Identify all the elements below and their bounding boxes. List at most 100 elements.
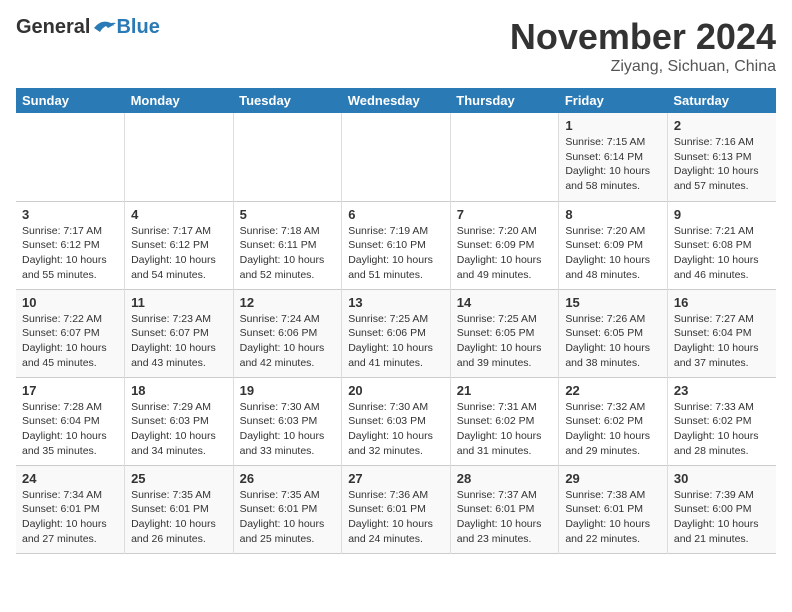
calendar-cell: 27 Sunrise: 7:36 AM Sunset: 6:01 PM Dayli… xyxy=(342,465,451,553)
day-number: 5 xyxy=(240,207,336,222)
calendar-cell: 8Sunrise: 7:20 AM Sunset: 6:09 PM Daylig… xyxy=(559,201,668,289)
month-title-block: November 2024 Ziyang, Sichuan, China xyxy=(510,16,776,76)
day-info: Sunrise: 7:20 AM Sunset: 6:09 PM Dayligh… xyxy=(565,224,661,283)
logo-bird-icon xyxy=(92,18,116,38)
day-number: 19 xyxy=(240,383,336,398)
day-info: Sunrise: 7:27 AM Sunset: 6:04 PM Dayligh… xyxy=(674,312,770,371)
calendar-cell: 10 Sunrise: 7:22 AM Sunset: 6:07 PM Dayli… xyxy=(16,289,125,377)
day-number: 16 xyxy=(674,295,770,310)
logo-blue-text: Blue xyxy=(116,16,159,39)
calendar-week-row: 24 Sunrise: 7:34 AM Sunset: 6:01 PM Dayli… xyxy=(16,465,776,553)
day-number: 24 xyxy=(22,471,118,486)
day-info: Sunrise: 7:31 AM Sunset: 6:02 PM Dayligh… xyxy=(457,400,553,459)
weekday-header-tuesday: Tuesday xyxy=(233,88,342,113)
calendar-cell: 4Sunrise: 7:17 AM Sunset: 6:12 PM Daylig… xyxy=(125,201,234,289)
day-number: 18 xyxy=(131,383,227,398)
weekday-header-sunday: Sunday xyxy=(16,88,125,113)
calendar-week-row: 10 Sunrise: 7:22 AM Sunset: 6:07 PM Dayli… xyxy=(16,289,776,377)
day-number: 13 xyxy=(348,295,444,310)
calendar-header: SundayMondayTuesdayWednesdayThursdayFrid… xyxy=(16,88,776,113)
day-number: 26 xyxy=(240,471,336,486)
calendar-cell: 5 Sunrise: 7:18 AM Sunset: 6:11 PM Daylig… xyxy=(233,201,342,289)
day-number: 3 xyxy=(22,207,118,222)
calendar-cell xyxy=(450,113,559,201)
calendar-cell: 30 Sunrise: 7:39 AM Sunset: 6:00 PM Dayli… xyxy=(667,465,776,553)
day-number: 9 xyxy=(674,207,770,222)
day-number: 11 xyxy=(131,295,227,310)
calendar-cell: 2 Sunrise: 7:16 AM Sunset: 6:13 PM Daylig… xyxy=(667,113,776,201)
calendar-cell: 18 Sunrise: 7:29 AM Sunset: 6:03 PM Dayli… xyxy=(125,377,234,465)
calendar-cell: 14 Sunrise: 7:25 AM Sunset: 6:05 PM Dayli… xyxy=(450,289,559,377)
day-info: Sunrise: 7:25 AM Sunset: 6:05 PM Dayligh… xyxy=(457,312,553,371)
day-info: Sunrise: 7:34 AM Sunset: 6:01 PM Dayligh… xyxy=(22,488,118,547)
day-info: Sunrise: 7:18 AM Sunset: 6:11 PM Dayligh… xyxy=(240,224,336,283)
calendar-week-row: 1Sunrise: 7:15 AM Sunset: 6:14 PM Daylig… xyxy=(16,113,776,201)
day-info: Sunrise: 7:22 AM Sunset: 6:07 PM Dayligh… xyxy=(22,312,118,371)
logo: General Blue xyxy=(16,16,160,39)
day-info: Sunrise: 7:23 AM Sunset: 6:07 PM Dayligh… xyxy=(131,312,227,371)
day-info: Sunrise: 7:38 AM Sunset: 6:01 PM Dayligh… xyxy=(565,488,661,547)
day-number: 25 xyxy=(131,471,227,486)
calendar-cell: 15 Sunrise: 7:26 AM Sunset: 6:05 PM Dayli… xyxy=(559,289,668,377)
calendar-cell: 20 Sunrise: 7:30 AM Sunset: 6:03 PM Dayli… xyxy=(342,377,451,465)
day-number: 28 xyxy=(457,471,553,486)
day-info: Sunrise: 7:37 AM Sunset: 6:01 PM Dayligh… xyxy=(457,488,553,547)
page-header: General Blue November 2024 Ziyang, Sichu… xyxy=(16,16,776,76)
day-number: 6 xyxy=(348,207,444,222)
calendar-cell: 29 Sunrise: 7:38 AM Sunset: 6:01 PM Dayli… xyxy=(559,465,668,553)
calendar-cell: 26Sunrise: 7:35 AM Sunset: 6:01 PM Dayli… xyxy=(233,465,342,553)
location: Ziyang, Sichuan, China xyxy=(510,58,776,76)
day-number: 23 xyxy=(674,383,770,398)
day-info: Sunrise: 7:30 AM Sunset: 6:03 PM Dayligh… xyxy=(240,400,336,459)
calendar-cell: 3 Sunrise: 7:17 AM Sunset: 6:12 PM Daylig… xyxy=(16,201,125,289)
day-number: 29 xyxy=(565,471,661,486)
logo-general-text: General xyxy=(16,16,90,39)
day-number: 2 xyxy=(674,118,770,133)
day-number: 22 xyxy=(565,383,661,398)
day-number: 20 xyxy=(348,383,444,398)
month-year: November 2024 xyxy=(510,16,776,58)
calendar-cell: 7Sunrise: 7:20 AM Sunset: 6:09 PM Daylig… xyxy=(450,201,559,289)
day-number: 12 xyxy=(240,295,336,310)
day-number: 17 xyxy=(22,383,118,398)
day-number: 30 xyxy=(674,471,770,486)
day-info: Sunrise: 7:24 AM Sunset: 6:06 PM Dayligh… xyxy=(240,312,336,371)
calendar-cell: 9Sunrise: 7:21 AM Sunset: 6:08 PM Daylig… xyxy=(667,201,776,289)
day-info: Sunrise: 7:30 AM Sunset: 6:03 PM Dayligh… xyxy=(348,400,444,459)
calendar-cell: 13 Sunrise: 7:25 AM Sunset: 6:06 PM Dayli… xyxy=(342,289,451,377)
day-info: Sunrise: 7:39 AM Sunset: 6:00 PM Dayligh… xyxy=(674,488,770,547)
day-info: Sunrise: 7:19 AM Sunset: 6:10 PM Dayligh… xyxy=(348,224,444,283)
day-number: 27 xyxy=(348,471,444,486)
calendar-cell: 1Sunrise: 7:15 AM Sunset: 6:14 PM Daylig… xyxy=(559,113,668,201)
calendar-cell: 16 Sunrise: 7:27 AM Sunset: 6:04 PM Dayli… xyxy=(667,289,776,377)
weekday-header-friday: Friday xyxy=(559,88,668,113)
calendar-cell: 24 Sunrise: 7:34 AM Sunset: 6:01 PM Dayli… xyxy=(16,465,125,553)
day-number: 10 xyxy=(22,295,118,310)
calendar-cell: 22 Sunrise: 7:32 AM Sunset: 6:02 PM Dayli… xyxy=(559,377,668,465)
day-info: Sunrise: 7:16 AM Sunset: 6:13 PM Dayligh… xyxy=(674,135,770,194)
calendar-cell: 23 Sunrise: 7:33 AM Sunset: 6:02 PM Dayli… xyxy=(667,377,776,465)
calendar-cell: 19 Sunrise: 7:30 AM Sunset: 6:03 PM Dayli… xyxy=(233,377,342,465)
calendar-cell: 25Sunrise: 7:35 AM Sunset: 6:01 PM Dayli… xyxy=(125,465,234,553)
day-info: Sunrise: 7:29 AM Sunset: 6:03 PM Dayligh… xyxy=(131,400,227,459)
day-info: Sunrise: 7:36 AM Sunset: 6:01 PM Dayligh… xyxy=(348,488,444,547)
day-number: 14 xyxy=(457,295,553,310)
day-info: Sunrise: 7:28 AM Sunset: 6:04 PM Dayligh… xyxy=(22,400,118,459)
day-info: Sunrise: 7:26 AM Sunset: 6:05 PM Dayligh… xyxy=(565,312,661,371)
calendar-week-row: 17 Sunrise: 7:28 AM Sunset: 6:04 PM Dayli… xyxy=(16,377,776,465)
weekday-header-wednesday: Wednesday xyxy=(342,88,451,113)
calendar-table: SundayMondayTuesdayWednesdayThursdayFrid… xyxy=(16,88,776,554)
day-info: Sunrise: 7:33 AM Sunset: 6:02 PM Dayligh… xyxy=(674,400,770,459)
day-info: Sunrise: 7:25 AM Sunset: 6:06 PM Dayligh… xyxy=(348,312,444,371)
calendar-cell: 6 Sunrise: 7:19 AM Sunset: 6:10 PM Daylig… xyxy=(342,201,451,289)
calendar-week-row: 3 Sunrise: 7:17 AM Sunset: 6:12 PM Daylig… xyxy=(16,201,776,289)
day-number: 21 xyxy=(457,383,553,398)
calendar-cell xyxy=(16,113,125,201)
day-info: Sunrise: 7:17 AM Sunset: 6:12 PM Dayligh… xyxy=(22,224,118,283)
day-info: Sunrise: 7:32 AM Sunset: 6:02 PM Dayligh… xyxy=(565,400,661,459)
calendar-cell: 12 Sunrise: 7:24 AM Sunset: 6:06 PM Dayli… xyxy=(233,289,342,377)
calendar-cell xyxy=(233,113,342,201)
day-number: 15 xyxy=(565,295,661,310)
day-number: 7 xyxy=(457,207,553,222)
calendar-cell: 17 Sunrise: 7:28 AM Sunset: 6:04 PM Dayli… xyxy=(16,377,125,465)
